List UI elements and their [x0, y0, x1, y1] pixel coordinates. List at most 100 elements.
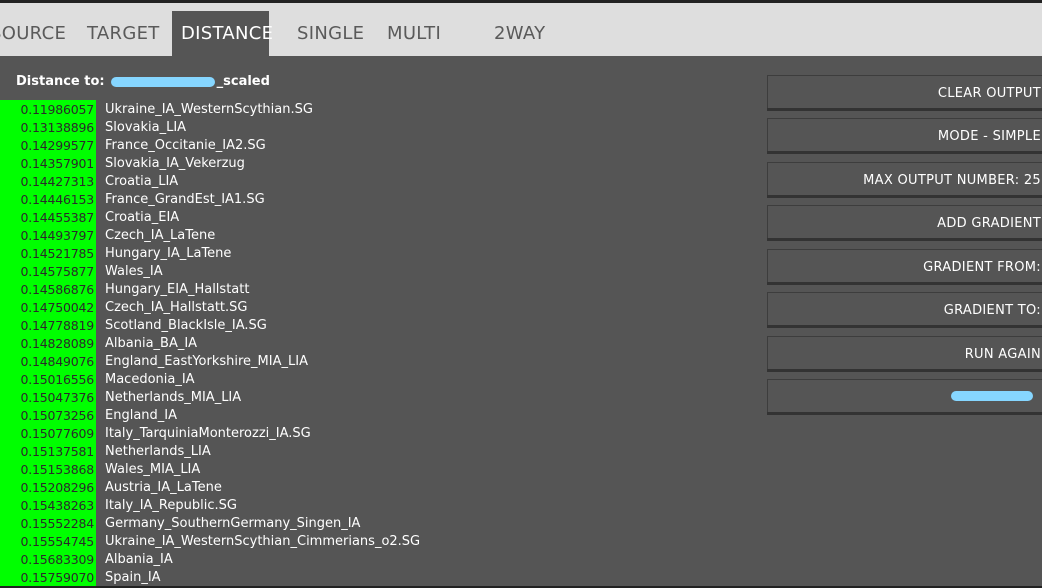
population-name: France_Occitanie_IA2.SG: [105, 138, 266, 153]
button-label: GRADIENT FROM:: [923, 260, 1041, 275]
distance-value: 0.15047376: [20, 390, 94, 405]
button-label: RUN AGAIN: [964, 347, 1041, 362]
population-name: Croatia_EIA: [105, 210, 180, 225]
tab-target[interactable]: TARGET: [87, 11, 160, 56]
distance-label: Distance to:: [16, 74, 105, 89]
button-label: CLEAR OUTPUT: [937, 86, 1041, 101]
result-row: 0.13138896 Slovakia_LIA: [0, 119, 760, 137]
result-row: 0.15438263 Italy_IA_Republic.SG: [0, 497, 760, 515]
result-row: 0.15073256 England_IA: [0, 407, 760, 425]
population-name: Albania_BA_IA: [105, 336, 198, 351]
result-row: 0.11986057 Ukraine_IA_WesternScythian.SG: [0, 101, 760, 119]
distance-value: 0.14828089: [20, 336, 94, 351]
distance-heading: Distance to: _scaled: [16, 74, 270, 89]
button-label: ADD GRADIENT: [937, 216, 1041, 231]
button-label: MAX OUTPUT NUMBER: 25: [863, 173, 1041, 188]
population-name: Croatia_LIA: [105, 174, 179, 189]
distance-value: 0.15137581: [20, 444, 94, 459]
result-row: 0.14521785 Hungary_IA_LaTene: [0, 245, 760, 263]
distance-value: 0.11986057: [20, 102, 94, 117]
redacted-label: [951, 391, 1033, 401]
tab-distance[interactable]: DISTANCE: [172, 11, 273, 56]
tab-2way[interactable]: 2WAY: [494, 11, 545, 56]
result-row: 0.14493797 Czech_IA_LaTene: [0, 227, 760, 245]
result-row: 0.15077609 Italy_TarquiniaMonterozzi_IA.S…: [0, 425, 760, 443]
distance-value: 0.15438263: [20, 498, 94, 513]
distance-value: 0.15683309: [20, 552, 94, 567]
button-label: GRADIENT TO:: [943, 303, 1041, 318]
distance-target-suffix: _scaled: [216, 74, 270, 89]
population-name: Hungary_EIA_Hallstatt: [105, 282, 250, 297]
tab-source[interactable]: SOURCE: [0, 11, 66, 56]
distance-value: 0.14521785: [20, 246, 94, 261]
population-name: Netherlands_MIA_LIA: [105, 390, 242, 405]
max-output-button[interactable]: MAX OUTPUT NUMBER: 25: [767, 162, 1042, 195]
tab-bar: SOURCE TARGET DISTANCE SINGLE MULTI 2WAY: [0, 3, 1042, 56]
population-name: Albania_IA: [105, 552, 173, 567]
result-row: 0.15153868 Wales_MIA_LIA: [0, 461, 760, 479]
result-row: 0.14575877 Wales_IA: [0, 263, 760, 281]
run-again-button[interactable]: RUN AGAIN: [767, 336, 1042, 369]
population-name: Slovakia_IA_Vekerzug: [105, 156, 245, 171]
distance-value: 0.14299577: [20, 138, 94, 153]
distance-value: 0.14849076: [20, 354, 94, 369]
distance-value: 0.15073256: [20, 408, 94, 423]
population-name: Wales_IA: [105, 264, 163, 279]
result-row: 0.15552284 Germany_SouthernGermany_Singen…: [0, 515, 760, 533]
gradient-to-button[interactable]: GRADIENT TO:: [767, 292, 1042, 325]
distance-value: 0.14493797: [20, 228, 94, 243]
redacted-button[interactable]: [767, 379, 1042, 412]
distance-value: 0.14586876: [20, 282, 94, 297]
tab-single[interactable]: SINGLE: [297, 11, 364, 56]
population-name: Germany_SouthernGermany_Singen_IA: [105, 516, 361, 531]
distance-value: 0.15208296: [20, 480, 94, 495]
distance-value: 0.15759070: [20, 570, 94, 585]
population-name: France_GrandEst_IA1.SG: [105, 192, 265, 207]
distance-value: 0.15554745: [20, 534, 94, 549]
population-name: Ukraine_IA_WesternScythian.SG: [105, 102, 313, 117]
population-name: England_IA: [105, 408, 178, 423]
redacted-target-name: [110, 76, 215, 87]
clear-output-button[interactable]: CLEAR OUTPUT: [767, 75, 1042, 108]
mode-button[interactable]: MODE - SIMPLE: [767, 118, 1042, 151]
result-row: 0.14446153 France_GrandEst_IA1.SG: [0, 191, 760, 209]
distance-value: 0.14575877: [20, 264, 94, 279]
distance-value: 0.15016556: [20, 372, 94, 387]
result-row: 0.15047376 Netherlands_MIA_LIA: [0, 389, 760, 407]
distance-value: 0.15153868: [20, 462, 94, 477]
population-name: Czech_IA_Hallstatt.SG: [105, 300, 248, 315]
population-name: Macedonia_IA: [105, 372, 195, 387]
population-name: Austria_IA_LaTene: [105, 480, 222, 495]
population-name: Italy_TarquiniaMonterozzi_IA.SG: [105, 426, 311, 441]
distance-value: 0.14357901: [20, 156, 94, 171]
result-row: 0.15554745 Ukraine_IA_WesternScythian_Cim…: [0, 533, 760, 551]
population-name: Wales_MIA_LIA: [105, 462, 201, 477]
button-label: MODE - SIMPLE: [937, 129, 1041, 144]
result-row: 0.14455387 Croatia_EIA: [0, 209, 760, 227]
add-gradient-button[interactable]: ADD GRADIENT: [767, 205, 1042, 238]
tab-multi[interactable]: MULTI: [387, 11, 441, 56]
result-row: 0.14357901 Slovakia_IA_Vekerzug: [0, 155, 760, 173]
result-row: 0.14586876 Hungary_EIA_Hallstatt: [0, 281, 760, 299]
population-name: Slovakia_LIA: [105, 120, 187, 135]
distance-value: 0.14778819: [20, 318, 94, 333]
result-row: 0.14299577 France_Occitanie_IA2.SG: [0, 137, 760, 155]
result-row: 0.14427313 Croatia_LIA: [0, 173, 760, 191]
result-row: 0.15016556 Macedonia_IA: [0, 371, 760, 389]
population-name: Italy_IA_Republic.SG: [105, 498, 237, 513]
distance-value: 0.15552284: [20, 516, 94, 531]
result-row: 0.14750042 Czech_IA_Hallstatt.SG: [0, 299, 760, 317]
result-row: 0.14828089 Albania_BA_IA: [0, 335, 760, 353]
distance-value: 0.14750042: [20, 300, 94, 315]
population-name: Scotland_BlackIsle_IA.SG: [105, 318, 267, 333]
result-row: 0.15137581 Netherlands_LIA: [0, 443, 760, 461]
result-row: 0.15683309 Albania_IA: [0, 551, 760, 569]
result-row: 0.14849076 England_EastYorkshire_MIA_LIA: [0, 353, 760, 371]
population-name: England_EastYorkshire_MIA_LIA: [105, 354, 308, 369]
gradient-from-button[interactable]: GRADIENT FROM:: [767, 249, 1042, 282]
population-name: Ukraine_IA_WesternScythian_Cimmerians_o2…: [105, 534, 421, 549]
result-row: 0.15208296 Austria_IA_LaTene: [0, 479, 760, 497]
results-list: 0.11986057 Ukraine_IA_WesternScythian.SG 0…: [0, 101, 760, 587]
population-name: Netherlands_LIA: [105, 444, 211, 459]
distance-value: 0.14455387: [20, 210, 94, 225]
